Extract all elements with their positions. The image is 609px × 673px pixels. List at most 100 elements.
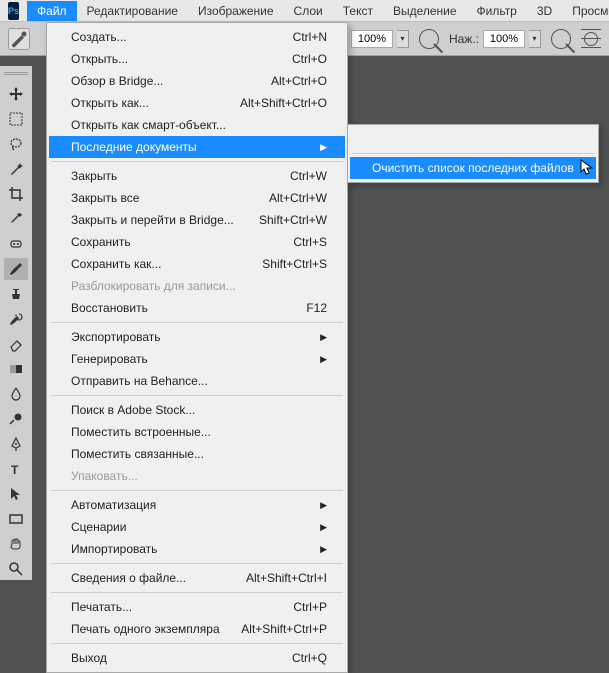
path-selection-tool[interactable] <box>4 483 28 505</box>
menu-item[interactable]: Обзор в Bridge...Alt+Ctrl+O <box>49 70 345 92</box>
menu-item[interactable]: ЗакрытьCtrl+W <box>49 165 345 187</box>
menu-view[interactable]: Просмотр <box>562 1 609 21</box>
move-tool[interactable] <box>4 83 28 105</box>
blur-tool[interactable] <box>4 383 28 405</box>
submenu-arrow-icon: ▶ <box>320 500 327 511</box>
history-brush-tool[interactable] <box>4 308 28 330</box>
menu-item-shortcut: Alt+Ctrl+W <box>269 191 327 205</box>
menu-item-shortcut: Ctrl+W <box>290 169 327 183</box>
menu-item-label: Создать... <box>71 30 127 44</box>
submenu-item[interactable] <box>350 128 596 150</box>
lasso-tool[interactable] <box>4 133 28 155</box>
menu-image[interactable]: Изображение <box>188 1 284 21</box>
menu-item-shortcut: Ctrl+Q <box>292 651 327 665</box>
menu-item-shortcut: Ctrl+P <box>293 600 327 614</box>
menu-item[interactable]: Печатать...Ctrl+P <box>49 596 345 618</box>
menu-item-label: Последние документы <box>71 140 197 154</box>
eyedropper-tool[interactable] <box>4 208 28 230</box>
menubar: Ps Файл Редактирование Изображение Слои … <box>0 0 609 22</box>
menu-item[interactable]: Отправить на Behance... <box>49 370 345 392</box>
menu-file[interactable]: Файл <box>27 1 77 21</box>
type-tool[interactable]: T <box>4 458 28 480</box>
menu-item-shortcut: F12 <box>306 301 327 315</box>
menu-item[interactable]: Сведения о файле...Alt+Shift+Ctrl+I <box>49 567 345 589</box>
menu-item[interactable]: Создать...Ctrl+N <box>49 26 345 48</box>
crop-tool[interactable] <box>4 183 28 205</box>
menu-item[interactable]: СохранитьCtrl+S <box>49 231 345 253</box>
menu-item[interactable]: Поместить связанные... <box>49 443 345 465</box>
photoshop-logo: Ps <box>8 2 19 20</box>
menu-item[interactable]: Закрыть все Alt+Ctrl+W <box>49 187 345 209</box>
opacity-dropdown-icon[interactable]: ▾ <box>397 30 409 48</box>
menu-edit[interactable]: Редактирование <box>77 1 188 21</box>
menu-item[interactable]: Экспортировать▶ <box>49 326 345 348</box>
recent-documents-submenu: Очистить список последних файлов <box>347 124 599 183</box>
hand-tool[interactable] <box>4 533 28 555</box>
menu-3d[interactable]: 3D <box>527 1 562 21</box>
rectangle-tool[interactable] <box>4 508 28 530</box>
menu-item-label: Генерировать <box>71 352 148 366</box>
menu-item[interactable]: Поместить встроенные... <box>49 421 345 443</box>
menu-item-label: Открыть... <box>71 52 128 66</box>
menu-select[interactable]: Выделение <box>383 1 467 21</box>
menu-item-label: Закрыть все <box>71 191 139 205</box>
pressure-opacity-icon[interactable] <box>419 29 439 49</box>
toolbox: T <box>0 66 32 580</box>
menu-item[interactable]: Закрыть и перейти в Bridge...Shift+Ctrl+… <box>49 209 345 231</box>
flow-dropdown-icon[interactable]: ▾ <box>529 30 541 48</box>
flow-label: Наж.: <box>449 32 479 46</box>
toolbox-handle[interactable] <box>4 72 28 76</box>
menu-item[interactable]: Открыть как смарт-объект... <box>49 114 345 136</box>
menu-type[interactable]: Текст <box>333 1 383 21</box>
menu-item-label: Поместить встроенные... <box>71 425 211 439</box>
menu-item[interactable]: Открыть как...Alt+Shift+Ctrl+O <box>49 92 345 114</box>
menu-separator <box>51 643 343 644</box>
menu-item-label: Импортировать <box>71 542 157 556</box>
menu-item[interactable]: Импортировать ▶ <box>49 538 345 560</box>
menu-item[interactable]: ВосстановитьF12 <box>49 297 345 319</box>
menu-item-shortcut: Shift+Ctrl+S <box>262 257 327 271</box>
menu-item-label: Отправить на Behance... <box>71 374 208 388</box>
menu-item-label: Выход <box>71 651 107 665</box>
menu-item-label: Открыть как смарт-объект... <box>71 118 226 132</box>
brush-tool[interactable] <box>4 258 28 280</box>
menu-item-shortcut: Alt+Shift+Ctrl+I <box>246 571 327 585</box>
submenu-arrow-icon: ▶ <box>320 354 327 365</box>
pressure-size-icon[interactable] <box>581 29 601 49</box>
menu-item[interactable]: Генерировать ▶ <box>49 348 345 370</box>
dodge-tool[interactable] <box>4 408 28 430</box>
menu-separator <box>51 592 343 593</box>
submenu-arrow-icon: ▶ <box>320 544 327 555</box>
menu-item[interactable]: Открыть...Ctrl+O <box>49 48 345 70</box>
gradient-tool[interactable] <box>4 358 28 380</box>
menu-filter[interactable]: Фильтр <box>467 1 527 21</box>
menu-item[interactable]: Печать одного экземпляра Alt+Shift+Ctrl+P <box>49 618 345 640</box>
eraser-tool[interactable] <box>4 333 28 355</box>
healing-brush-tool[interactable] <box>4 233 28 255</box>
menu-item[interactable]: Сценарии▶ <box>49 516 345 538</box>
menu-item[interactable]: Автоматизация▶ <box>49 494 345 516</box>
airbrush-icon[interactable] <box>551 29 571 49</box>
menu-item[interactable]: Последние документы▶ <box>49 136 345 158</box>
tool-preset-icon[interactable] <box>8 28 30 50</box>
menu-item-shortcut: Alt+Shift+Ctrl+P <box>241 622 327 636</box>
svg-text:T: T <box>11 463 19 477</box>
menu-item[interactable]: Сохранить как... Shift+Ctrl+S <box>49 253 345 275</box>
menu-item-label: Сохранить как... <box>71 257 161 271</box>
menu-item-shortcut: Ctrl+S <box>293 235 327 249</box>
menu-item[interactable]: Выход Ctrl+Q <box>49 647 345 669</box>
menu-item-label: Печать одного экземпляра <box>71 622 220 636</box>
submenu-item[interactable]: Очистить список последних файлов <box>350 157 596 179</box>
menu-item-label: Закрыть и перейти в Bridge... <box>71 213 234 227</box>
menu-item-label: Экспортировать <box>71 330 161 344</box>
clone-stamp-tool[interactable] <box>4 283 28 305</box>
menu-item[interactable]: Поиск в Adobe Stock... <box>49 399 345 421</box>
menu-item-shortcut: Alt+Shift+Ctrl+O <box>240 96 327 110</box>
flow-input[interactable] <box>483 30 525 48</box>
marquee-tool[interactable] <box>4 108 28 130</box>
zoom-tool[interactable] <box>4 558 28 580</box>
magic-wand-tool[interactable] <box>4 158 28 180</box>
opacity-input[interactable] <box>351 30 393 48</box>
pen-tool[interactable] <box>4 433 28 455</box>
menu-layer[interactable]: Слои <box>284 1 333 21</box>
